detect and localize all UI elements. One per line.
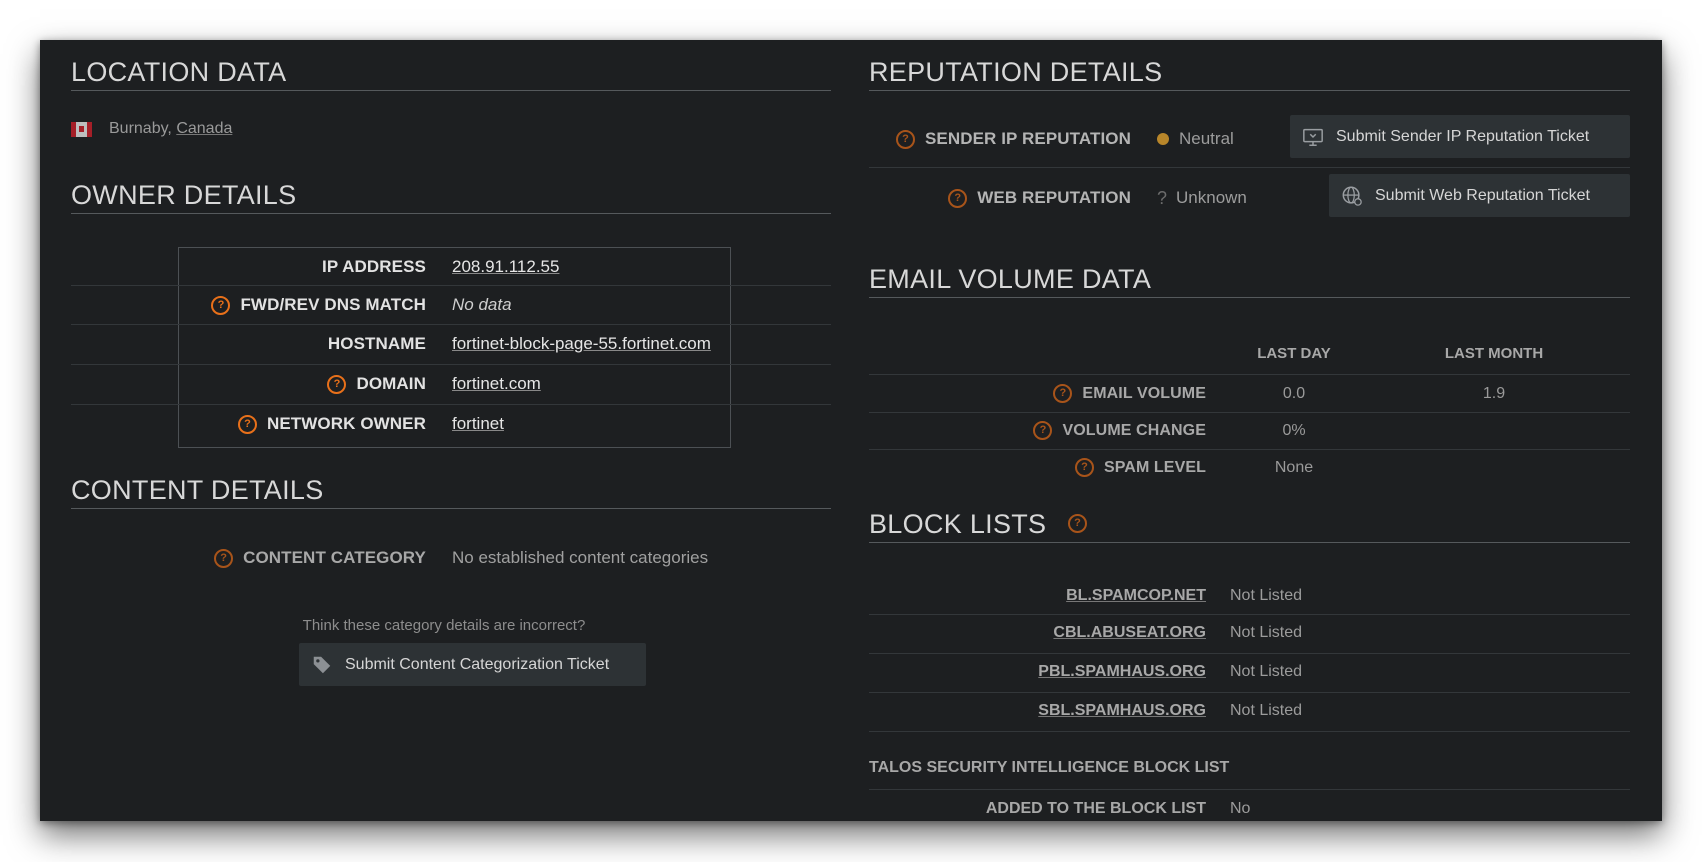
block-list-link[interactable]: PBL.SPAMHAUS.ORG <box>1038 663 1206 680</box>
owner-section-title: OWNER DETAILS <box>71 180 831 214</box>
globe-icon <box>1342 186 1362 206</box>
owner-row-dns-match: ? FWD/REV DNS MATCH No data <box>71 285 831 325</box>
help-icon[interactable]: ? <box>1074 458 1094 477</box>
web-reputation-status: Unknown <box>1176 188 1247 207</box>
email-volume-last-day: 0.0 <box>1282 384 1306 402</box>
block-list-status: Not Listed <box>1230 701 1303 719</box>
talos-block-list-title: TALOS SECURITY INTELLIGENCE BLOCK LIST <box>869 759 1230 776</box>
submit-sender-ip-reputation-button[interactable]: Submit Sender IP Reputation Ticket <box>1290 115 1630 158</box>
sender-ip-reputation-label: SENDER IP REPUTATION <box>924 129 1131 148</box>
help-icon[interactable]: ? <box>211 295 231 315</box>
help-icon[interactable]: ? <box>237 414 257 434</box>
block-lists-section-title: BLOCK LISTS ? <box>869 509 1630 543</box>
reputation-row-divider <box>869 167 1630 168</box>
location-row: Burnaby, Canada <box>71 120 232 138</box>
help-icon[interactable]: ? <box>214 548 234 568</box>
block-lists-title-text: BLOCK LISTS <box>869 509 1047 539</box>
email-volume-label: EMAIL VOLUME <box>1082 384 1206 402</box>
incorrect-category-prompt: Think these category details are incorre… <box>302 617 586 634</box>
lookup-window: LOCATION DATA Burnaby, Canada OWNER DETA… <box>40 40 1662 821</box>
block-list-row: CBL.ABUSEAT.ORG Not Listed <box>869 614 1630 651</box>
block-list-row: SBL.SPAMHAUS.ORG Not Listed <box>869 692 1630 729</box>
content-category-label: CONTENT CATEGORY <box>243 548 426 567</box>
last-day-column-header: LAST DAY <box>1257 345 1331 362</box>
spam-level-last-day: None <box>1274 458 1314 476</box>
email-volume-section-title: EMAIL VOLUME DATA <box>869 264 1630 298</box>
location-country-link[interactable]: Canada <box>176 120 232 138</box>
location-city: Burnaby, <box>109 120 172 137</box>
email-volume-last-month: 1.9 <box>1482 384 1506 402</box>
spam-level-label: SPAM LEVEL <box>1103 458 1206 476</box>
neutral-status-dot <box>1157 133 1169 145</box>
owner-row-hostname: HOSTNAME fortinet-block-page-55.fortinet… <box>71 324 831 364</box>
owner-row-network-owner: ? NETWORK OWNER fortinet <box>71 404 831 444</box>
block-list-link[interactable]: CBL.ABUSEAT.ORG <box>1053 624 1206 641</box>
block-list-link[interactable]: BL.SPAMCOP.NET <box>1066 587 1206 604</box>
reputation-section: REPUTATION DETAILS <box>869 57 1630 91</box>
location-section: LOCATION DATA <box>71 57 831 91</box>
block-list-link[interactable]: SBL.SPAMHAUS.ORG <box>1038 702 1206 719</box>
email-volume-row: ? EMAIL VOLUME 0.0 1.9 <box>869 375 1630 412</box>
content-category-value: No established content categories <box>452 548 709 567</box>
submit-content-categorization-label: Submit Content Categorization Ticket <box>345 655 610 673</box>
help-icon[interactable]: ? <box>1053 384 1073 403</box>
owner-row-ip-address: IP ADDRESS 208.91.112.55 <box>71 247 831 287</box>
content-category-row: ? CONTENT CATEGORY No established content… <box>71 548 831 568</box>
added-to-block-list-row: ADDED TO THE BLOCK LIST No <box>869 790 1630 821</box>
block-list-status: Not Listed <box>1230 662 1303 680</box>
unknown-status-icon: ? <box>1157 187 1168 208</box>
content-section-title: CONTENT DETAILS <box>71 475 831 509</box>
canada-flag-icon <box>71 121 92 137</box>
added-to-block-list-label: ADDED TO THE BLOCK LIST <box>985 799 1206 817</box>
network-owner-link[interactable]: fortinet <box>452 414 504 434</box>
tag-icon <box>313 656 331 673</box>
owner-label-network-owner: NETWORK OWNER <box>266 414 426 433</box>
owner-label-ip-address: IP ADDRESS <box>322 257 426 276</box>
added-to-block-list-value: No <box>1230 799 1251 817</box>
content-section: CONTENT DETAILS <box>71 475 831 509</box>
web-reputation-label: WEB REPUTATION <box>977 188 1131 207</box>
location-section-title: LOCATION DATA <box>71 57 831 91</box>
domain-link[interactable]: fortinet.com <box>452 374 541 394</box>
help-icon[interactable]: ? <box>948 188 968 208</box>
block-list-row: PBL.SPAMHAUS.ORG Not Listed <box>869 653 1630 690</box>
submit-web-reputation-label: Submit Web Reputation Ticket <box>1375 186 1590 204</box>
owner-section: OWNER DETAILS <box>71 180 831 214</box>
dns-match-value: No data <box>452 295 512 314</box>
block-lists-section: BLOCK LISTS ? <box>869 509 1630 543</box>
submit-web-reputation-button[interactable]: Submit Web Reputation Ticket <box>1329 174 1630 217</box>
sender-ip-reputation-status: Neutral <box>1179 129 1234 148</box>
submit-content-categorization-button[interactable]: Submit Content Categorization Ticket <box>299 643 646 686</box>
owner-label-dns-match: FWD/REV DNS MATCH <box>240 295 426 314</box>
hostname-link[interactable]: fortinet-block-page-55.fortinet.com <box>452 334 711 354</box>
email-volume-section: EMAIL VOLUME DATA <box>869 264 1630 298</box>
volume-change-label: VOLUME CHANGE <box>1062 421 1206 439</box>
submit-sender-ip-reputation-label: Submit Sender IP Reputation Ticket <box>1336 127 1590 145</box>
owner-label-hostname: HOSTNAME <box>327 334 426 353</box>
owner-row-domain: ? DOMAIN fortinet.com <box>71 364 831 404</box>
volume-change-last-day: 0% <box>1282 421 1306 439</box>
help-icon[interactable]: ? <box>895 129 915 149</box>
block-list-row-divider <box>869 731 1630 732</box>
help-icon[interactable]: ? <box>1068 514 1088 534</box>
last-month-column-header: LAST MONTH <box>1444 345 1544 362</box>
block-list-status: Not Listed <box>1230 623 1303 641</box>
spam-level-row: ? SPAM LEVEL None <box>869 449 1630 486</box>
help-icon[interactable]: ? <box>1033 421 1053 440</box>
block-list-status: Not Listed <box>1230 586 1303 604</box>
volume-change-row: ? VOLUME CHANGE 0% <box>869 412 1630 449</box>
help-icon[interactable]: ? <box>327 374 347 394</box>
block-list-row: BL.SPAMCOP.NET Not Listed <box>869 577 1630 614</box>
ip-address-link[interactable]: 208.91.112.55 <box>452 257 559 277</box>
reputation-section-title: REPUTATION DETAILS <box>869 57 1630 91</box>
owner-label-domain: DOMAIN <box>356 374 426 393</box>
monitor-icon <box>1303 128 1323 146</box>
